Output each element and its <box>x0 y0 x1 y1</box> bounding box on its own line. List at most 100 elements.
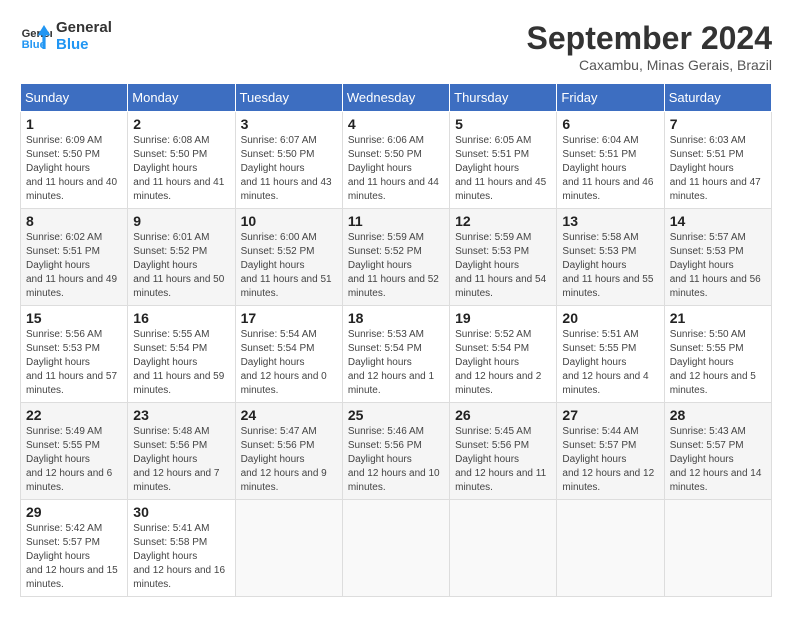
calendar-cell: 19 Sunrise: 5:52 AMSunset: 5:54 PMDaylig… <box>450 306 557 403</box>
day-number: 3 <box>241 116 337 132</box>
calendar-week-row: 22 Sunrise: 5:49 AMSunset: 5:55 PMDaylig… <box>21 403 772 500</box>
logo: General Blue General Blue <box>20 20 112 53</box>
day-info: Sunrise: 6:09 AMSunset: 5:50 PMDaylight … <box>26 135 117 202</box>
calendar-cell: 10 Sunrise: 6:00 AMSunset: 5:52 PMDaylig… <box>235 209 342 306</box>
logo-line2: Blue <box>56 37 112 54</box>
calendar-cell: 13 Sunrise: 5:58 AMSunset: 5:53 PMDaylig… <box>557 209 664 306</box>
day-number: 27 <box>562 407 658 423</box>
calendar-cell <box>450 500 557 597</box>
calendar-cell: 21 Sunrise: 5:50 AMSunset: 5:55 PMDaylig… <box>664 306 771 403</box>
calendar-cell: 20 Sunrise: 5:51 AMSunset: 5:55 PMDaylig… <box>557 306 664 403</box>
calendar-cell: 14 Sunrise: 5:57 AMSunset: 5:53 PMDaylig… <box>664 209 771 306</box>
day-number: 14 <box>670 213 766 229</box>
weekday-header-row: SundayMondayTuesdayWednesdayThursdayFrid… <box>21 84 772 112</box>
calendar-cell: 1 Sunrise: 6:09 AMSunset: 5:50 PMDayligh… <box>21 112 128 209</box>
day-info: Sunrise: 5:49 AMSunset: 5:55 PMDaylight … <box>26 426 112 493</box>
calendar-cell: 28 Sunrise: 5:43 AMSunset: 5:57 PMDaylig… <box>664 403 771 500</box>
day-number: 30 <box>133 504 229 520</box>
calendar-cell: 8 Sunrise: 6:02 AMSunset: 5:51 PMDayligh… <box>21 209 128 306</box>
day-number: 5 <box>455 116 551 132</box>
weekday-header: Thursday <box>450 84 557 112</box>
day-number: 19 <box>455 310 551 326</box>
day-info: Sunrise: 5:44 AMSunset: 5:57 PMDaylight … <box>562 426 654 493</box>
weekday-header: Monday <box>128 84 235 112</box>
calendar-cell: 2 Sunrise: 6:08 AMSunset: 5:50 PMDayligh… <box>128 112 235 209</box>
day-number: 12 <box>455 213 551 229</box>
day-number: 8 <box>26 213 122 229</box>
day-number: 23 <box>133 407 229 423</box>
day-info: Sunrise: 6:01 AMSunset: 5:52 PMDaylight … <box>133 232 224 299</box>
weekday-header: Tuesday <box>235 84 342 112</box>
day-number: 29 <box>26 504 122 520</box>
day-info: Sunrise: 5:58 AMSunset: 5:53 PMDaylight … <box>562 232 653 299</box>
day-number: 26 <box>455 407 551 423</box>
day-number: 9 <box>133 213 229 229</box>
calendar-cell: 24 Sunrise: 5:47 AMSunset: 5:56 PMDaylig… <box>235 403 342 500</box>
calendar-cell: 12 Sunrise: 5:59 AMSunset: 5:53 PMDaylig… <box>450 209 557 306</box>
calendar-cell: 22 Sunrise: 5:49 AMSunset: 5:55 PMDaylig… <box>21 403 128 500</box>
day-info: Sunrise: 5:59 AMSunset: 5:52 PMDaylight … <box>348 232 439 299</box>
day-info: Sunrise: 5:53 AMSunset: 5:54 PMDaylight … <box>348 329 434 396</box>
calendar-cell: 30 Sunrise: 5:41 AMSunset: 5:58 PMDaylig… <box>128 500 235 597</box>
day-info: Sunrise: 5:54 AMSunset: 5:54 PMDaylight … <box>241 329 327 396</box>
day-number: 22 <box>26 407 122 423</box>
day-number: 7 <box>670 116 766 132</box>
logo-icon: General Blue <box>20 21 52 53</box>
day-info: Sunrise: 6:06 AMSunset: 5:50 PMDaylight … <box>348 135 439 202</box>
day-info: Sunrise: 5:46 AMSunset: 5:56 PMDaylight … <box>348 426 440 493</box>
day-number: 6 <box>562 116 658 132</box>
day-number: 13 <box>562 213 658 229</box>
weekday-header: Friday <box>557 84 664 112</box>
day-info: Sunrise: 6:02 AMSunset: 5:51 PMDaylight … <box>26 232 117 299</box>
day-number: 28 <box>670 407 766 423</box>
calendar-cell: 29 Sunrise: 5:42 AMSunset: 5:57 PMDaylig… <box>21 500 128 597</box>
calendar-cell: 7 Sunrise: 6:03 AMSunset: 5:51 PMDayligh… <box>664 112 771 209</box>
calendar-cell: 4 Sunrise: 6:06 AMSunset: 5:50 PMDayligh… <box>342 112 449 209</box>
weekday-header: Sunday <box>21 84 128 112</box>
day-number: 11 <box>348 213 444 229</box>
calendar-cell: 27 Sunrise: 5:44 AMSunset: 5:57 PMDaylig… <box>557 403 664 500</box>
day-info: Sunrise: 5:57 AMSunset: 5:53 PMDaylight … <box>670 232 761 299</box>
calendar-cell <box>235 500 342 597</box>
day-info: Sunrise: 5:55 AMSunset: 5:54 PMDaylight … <box>133 329 224 396</box>
day-number: 10 <box>241 213 337 229</box>
day-number: 24 <box>241 407 337 423</box>
calendar-cell: 3 Sunrise: 6:07 AMSunset: 5:50 PMDayligh… <box>235 112 342 209</box>
calendar-week-row: 1 Sunrise: 6:09 AMSunset: 5:50 PMDayligh… <box>21 112 772 209</box>
day-info: Sunrise: 5:59 AMSunset: 5:53 PMDaylight … <box>455 232 546 299</box>
calendar-week-row: 29 Sunrise: 5:42 AMSunset: 5:57 PMDaylig… <box>21 500 772 597</box>
calendar-cell: 15 Sunrise: 5:56 AMSunset: 5:53 PMDaylig… <box>21 306 128 403</box>
weekday-header: Saturday <box>664 84 771 112</box>
day-number: 15 <box>26 310 122 326</box>
day-info: Sunrise: 6:00 AMSunset: 5:52 PMDaylight … <box>241 232 332 299</box>
day-number: 1 <box>26 116 122 132</box>
day-info: Sunrise: 6:03 AMSunset: 5:51 PMDaylight … <box>670 135 761 202</box>
day-info: Sunrise: 5:41 AMSunset: 5:58 PMDaylight … <box>133 523 225 590</box>
calendar-cell: 16 Sunrise: 5:55 AMSunset: 5:54 PMDaylig… <box>128 306 235 403</box>
day-number: 20 <box>562 310 658 326</box>
day-number: 21 <box>670 310 766 326</box>
day-info: Sunrise: 5:52 AMSunset: 5:54 PMDaylight … <box>455 329 541 396</box>
day-info: Sunrise: 5:47 AMSunset: 5:56 PMDaylight … <box>241 426 327 493</box>
location: Caxambu, Minas Gerais, Brazil <box>527 57 772 73</box>
title-section: September 2024 Caxambu, Minas Gerais, Br… <box>527 20 772 73</box>
day-info: Sunrise: 5:48 AMSunset: 5:56 PMDaylight … <box>133 426 219 493</box>
day-info: Sunrise: 5:42 AMSunset: 5:57 PMDaylight … <box>26 523 118 590</box>
calendar-cell: 11 Sunrise: 5:59 AMSunset: 5:52 PMDaylig… <box>342 209 449 306</box>
calendar-week-row: 15 Sunrise: 5:56 AMSunset: 5:53 PMDaylig… <box>21 306 772 403</box>
day-info: Sunrise: 5:51 AMSunset: 5:55 PMDaylight … <box>562 329 648 396</box>
logo-line1: General <box>56 20 112 37</box>
day-number: 25 <box>348 407 444 423</box>
calendar-cell: 23 Sunrise: 5:48 AMSunset: 5:56 PMDaylig… <box>128 403 235 500</box>
day-number: 2 <box>133 116 229 132</box>
day-info: Sunrise: 5:50 AMSunset: 5:55 PMDaylight … <box>670 329 756 396</box>
calendar-cell: 18 Sunrise: 5:53 AMSunset: 5:54 PMDaylig… <box>342 306 449 403</box>
calendar-cell: 26 Sunrise: 5:45 AMSunset: 5:56 PMDaylig… <box>450 403 557 500</box>
calendar-cell: 9 Sunrise: 6:01 AMSunset: 5:52 PMDayligh… <box>128 209 235 306</box>
day-info: Sunrise: 5:45 AMSunset: 5:56 PMDaylight … <box>455 426 546 493</box>
day-info: Sunrise: 5:56 AMSunset: 5:53 PMDaylight … <box>26 329 117 396</box>
calendar-cell: 25 Sunrise: 5:46 AMSunset: 5:56 PMDaylig… <box>342 403 449 500</box>
calendar-cell: 17 Sunrise: 5:54 AMSunset: 5:54 PMDaylig… <box>235 306 342 403</box>
calendar-cell <box>342 500 449 597</box>
day-info: Sunrise: 6:05 AMSunset: 5:51 PMDaylight … <box>455 135 546 202</box>
